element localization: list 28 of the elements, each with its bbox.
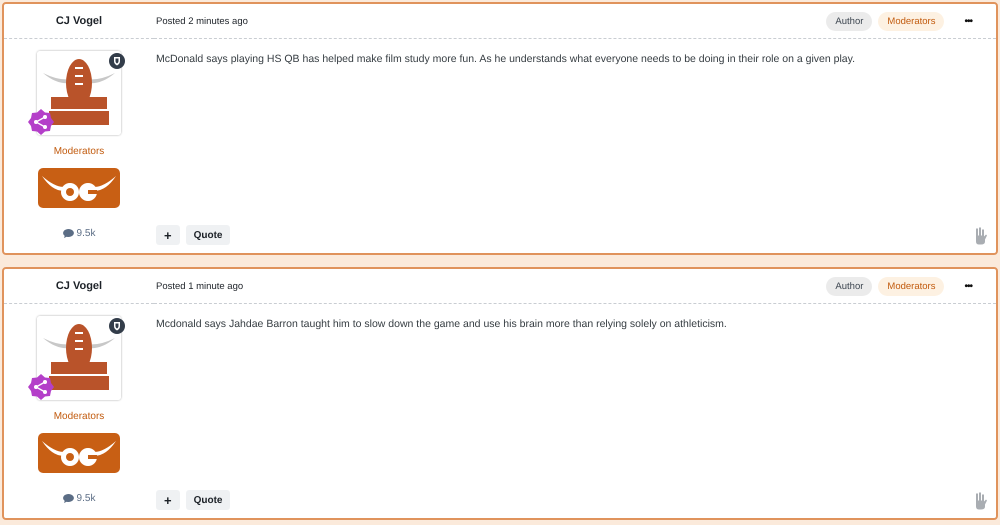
more-button[interactable]: ••• <box>960 280 976 292</box>
group-name: Moderators <box>54 411 104 422</box>
shield-icon <box>109 318 125 334</box>
post-text: McDonald says playing HS QB has helped make film study more fun. As he understands what everyone needs to be doing in their role on a given play. <box>155 52 856 67</box>
share-icon <box>27 373 55 401</box>
more-button[interactable]: ••• <box>960 16 976 26</box>
post-date: Posted 2 minutes ago <box>156 16 248 26</box>
user-badge: Author <box>826 276 872 296</box>
post-action-button[interactable]: + <box>156 225 180 245</box>
hand-icon[interactable] <box>974 226 988 244</box>
comment-icon <box>62 229 74 238</box>
post-date: Posted 1 minute ago <box>156 280 244 292</box>
post-count: 9.5k <box>76 493 96 504</box>
comment-icon <box>62 494 74 503</box>
user-badge: Author <box>826 12 872 30</box>
author-name[interactable]: CJ Vogel <box>56 280 102 292</box>
shield-icon <box>109 53 125 69</box>
post-action-button[interactable]: + <box>156 490 180 510</box>
group-name: Moderators <box>54 146 104 157</box>
user-badge: Moderators <box>878 276 944 296</box>
share-icon <box>27 108 55 136</box>
post-action-button[interactable]: Quote <box>186 490 230 510</box>
post-count: 9.5k <box>76 228 96 239</box>
post-text: Mcdonald says Jahdae Barron taught him to slow down the game and use his brain more than relying solely on athleticism. <box>155 317 728 332</box>
post-action-button[interactable]: Quote <box>186 225 230 245</box>
author-name[interactable]: CJ Vogel <box>56 15 102 27</box>
hand-icon[interactable] <box>974 490 988 510</box>
user-badge: Moderators <box>878 12 944 30</box>
